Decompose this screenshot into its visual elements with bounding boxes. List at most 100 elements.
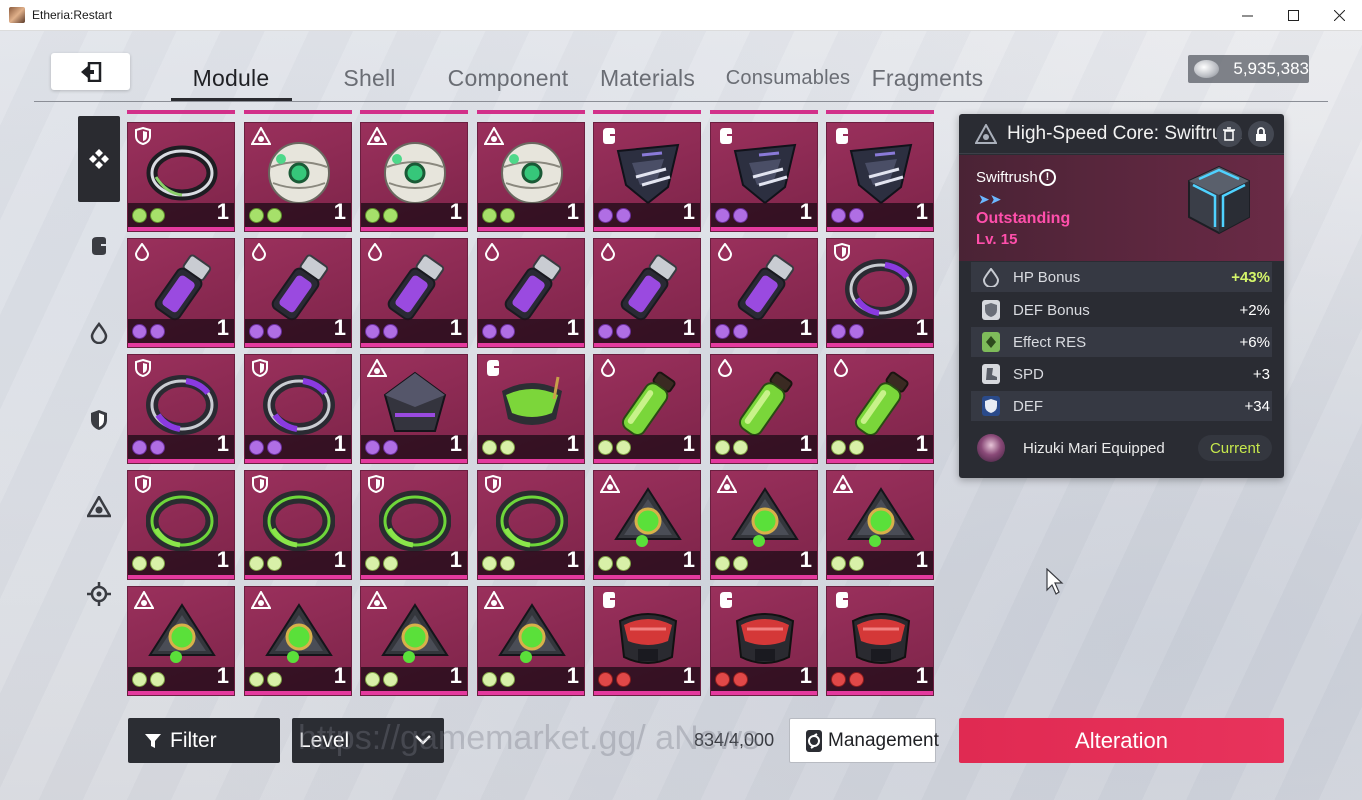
set-lime-icon — [715, 440, 730, 455]
lock-button[interactable] — [1248, 121, 1274, 147]
app-icon — [9, 7, 25, 23]
module-item-cell[interactable]: 1 — [826, 586, 934, 696]
module-item-cell[interactable]: 1 — [593, 354, 701, 464]
rail-core[interactable] — [78, 464, 120, 550]
item-quantity: 1 — [682, 199, 695, 224]
orb-white-artwork — [501, 142, 563, 204]
set-icons — [365, 324, 398, 339]
current-badge: Current — [1197, 435, 1272, 461]
set-lime-icon — [365, 672, 380, 687]
module-item-cell[interactable]: 1 — [127, 586, 235, 696]
set-icons — [831, 556, 864, 571]
set-icons — [132, 440, 165, 455]
rail-target[interactable] — [78, 551, 120, 637]
module-item-cell[interactable]: 1 — [477, 586, 585, 696]
equipped-row: Hizuki Mari Equipped Current — [971, 430, 1272, 466]
exit-icon — [80, 61, 101, 82]
module-item-cell[interactable]: 1 — [593, 122, 701, 232]
set-purple-icon — [267, 440, 282, 455]
item-quantity: 1 — [799, 315, 812, 340]
module-item-cell[interactable]: 1 — [477, 122, 585, 232]
module-item-cell[interactable]: 1 — [360, 470, 468, 580]
minimize-button[interactable] — [1224, 0, 1270, 31]
module-item-cell[interactable]: 1 — [710, 238, 818, 348]
module-item-cell[interactable]: 1 — [826, 238, 934, 348]
item-quantity: 1 — [333, 199, 346, 224]
vial-purple-artwork — [387, 254, 445, 321]
rail-drop[interactable] — [78, 290, 120, 376]
set-icons — [831, 324, 864, 339]
module-item-cell[interactable]: 1 — [710, 354, 818, 464]
module-item-cell[interactable]: 1 — [244, 238, 352, 348]
mask-red-artwork — [618, 613, 678, 664]
module-item-cell[interactable]: 1 — [360, 122, 468, 232]
module-item-cell[interactable]: 1 — [826, 122, 934, 232]
tab-consumables[interactable]: Consumables — [726, 53, 850, 103]
dismantle-button[interactable] — [1216, 121, 1242, 147]
tab-fragments[interactable]: Fragments — [850, 53, 1005, 103]
module-item-cell[interactable]: 1 — [477, 238, 585, 348]
fist-icon — [92, 237, 106, 255]
tab-component[interactable]: Component — [447, 53, 569, 103]
trash-icon — [1223, 127, 1235, 141]
main-stat-row: HP Bonus +43% — [971, 262, 1272, 292]
module-item-cell[interactable]: 1 — [127, 122, 235, 232]
module-item-cell[interactable]: 1 — [593, 586, 701, 696]
rail-fist[interactable] — [78, 203, 120, 289]
vial-green-artwork — [738, 371, 793, 436]
rail-shield[interactable] — [78, 377, 120, 463]
set-purple-icon — [598, 324, 613, 339]
set-icons — [365, 440, 398, 455]
module-item-cell[interactable]: 1 — [244, 354, 352, 464]
window-title: Etheria:Restart — [32, 8, 113, 22]
item-detail-panel: High-Speed Core: Swiftrush Swiftrush ! ➤… — [959, 114, 1284, 478]
module-item-cell[interactable]: 1 — [593, 470, 701, 580]
module-item-cell[interactable]: 1 — [477, 470, 585, 580]
management-button[interactable]: Management — [789, 718, 939, 763]
module-item-cell[interactable]: 1 — [710, 470, 818, 580]
module-item-cell[interactable]: 1 — [127, 238, 235, 348]
tab-shell[interactable]: Shell — [292, 53, 447, 103]
alteration-button[interactable]: Alteration — [959, 718, 1284, 763]
tri-green-artwork — [148, 603, 216, 663]
module-item-cell[interactable]: 1 — [244, 470, 352, 580]
item-level: Lv. 15 — [976, 231, 1018, 248]
ring-green-artwork — [379, 490, 451, 552]
tab-module[interactable]: Module — [170, 53, 292, 103]
module-item-cell[interactable]: 1 — [710, 586, 818, 696]
vial-purple-artwork — [504, 254, 562, 321]
maximize-button[interactable] — [1270, 0, 1316, 31]
sort-dropdown[interactable]: Level — [292, 718, 444, 763]
item-quantity: 1 — [566, 547, 579, 572]
vial-green-artwork — [621, 371, 676, 436]
back-button[interactable] — [51, 53, 130, 90]
module-item-cell[interactable]: 1 — [127, 354, 235, 464]
character-avatar — [977, 434, 1005, 462]
set-icons — [831, 440, 864, 455]
set-lime-icon — [598, 440, 613, 455]
module-item-cell[interactable]: 1 — [826, 470, 934, 580]
module-item-cell[interactable]: 1 — [244, 122, 352, 232]
set-icons — [132, 672, 165, 687]
module-item-cell[interactable]: 1 — [360, 238, 468, 348]
close-button[interactable] — [1316, 0, 1362, 31]
orb-white-artwork — [268, 142, 330, 204]
module-item-cell[interactable]: 1 — [244, 586, 352, 696]
module-item-cell[interactable]: 1 — [360, 586, 468, 696]
module-item-cell[interactable]: 1 — [360, 354, 468, 464]
filter-button[interactable]: Filter — [128, 718, 280, 763]
info-icon[interactable]: ! — [1039, 169, 1056, 186]
module-item-cell[interactable]: 1 — [710, 122, 818, 232]
currency-amount: 5,935,383 — [1233, 59, 1309, 78]
orb-white-artwork — [384, 142, 446, 204]
management-icon — [806, 729, 822, 752]
module-item-cell[interactable]: 1 — [593, 238, 701, 348]
module-item-cell[interactable]: 1 — [826, 354, 934, 464]
module-item-cell[interactable]: 1 — [127, 470, 235, 580]
rail-all[interactable] — [78, 116, 120, 202]
set-purple-icon — [598, 208, 613, 223]
tab-materials[interactable]: Materials — [569, 53, 726, 103]
sub-stat-row: DEF Bonus +2% — [971, 295, 1272, 325]
module-item-cell[interactable]: 1 — [477, 354, 585, 464]
all-icon — [89, 149, 109, 169]
